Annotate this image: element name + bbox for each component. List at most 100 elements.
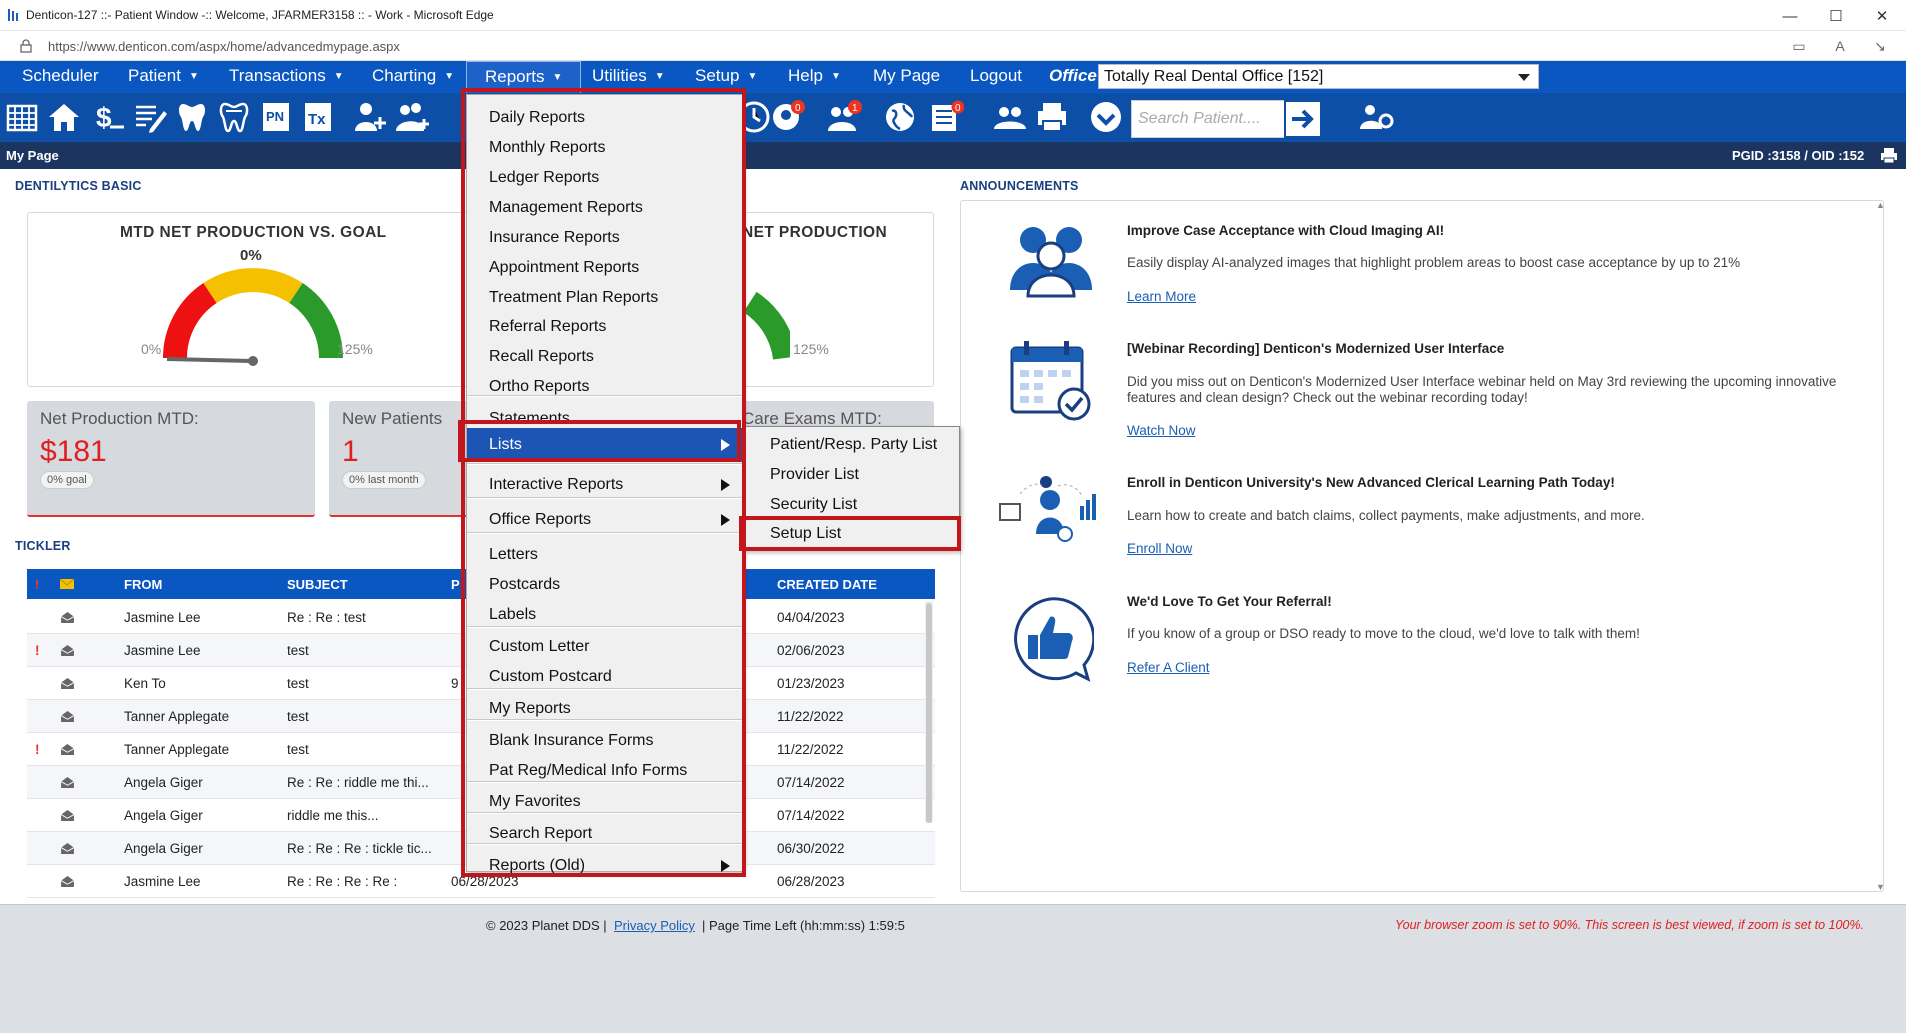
menu-setup[interactable]: Setup ▼ [695, 61, 757, 93]
lists-submenu: Patient/Resp. Party List Provider List Sec… [743, 426, 960, 551]
submenu-arrow-icon [721, 514, 730, 526]
menu-item-label: Appointment Reports [489, 259, 640, 276]
team-icon[interactable] [992, 99, 1028, 135]
read-aloud-icon[interactable]: A [1830, 37, 1850, 55]
watch-now-link[interactable]: Watch Now [1127, 423, 1196, 438]
menu-item-management-reports[interactable]: Management Reports [467, 195, 744, 221]
app-available-icon[interactable]: ▭ [1789, 37, 1809, 55]
menu-item-letters[interactable]: Letters [467, 542, 744, 568]
announcements-title: ANNOUNCEMENTS [960, 179, 1079, 193]
print-fax-icon[interactable] [1034, 99, 1070, 135]
caret-down-icon: ▼ [830, 71, 841, 82]
cell-from: Angela Giger [124, 841, 203, 856]
menu-item-monthly-reports[interactable]: Monthly Reports [467, 135, 744, 161]
menu-item-ortho-reports[interactable]: Ortho Reports [467, 374, 744, 400]
menu-item-search-report[interactable]: Search Report [467, 821, 744, 847]
cell-subject: Re : Re : Re : tickle tic... [287, 841, 432, 856]
menu-item-my-reports[interactable]: My Reports [467, 696, 744, 722]
menu-patient[interactable]: Patient ▼ [128, 61, 199, 93]
calendar-grid-icon[interactable] [4, 99, 40, 135]
menu-item-postcards[interactable]: Postcards [467, 572, 744, 598]
tooth-chart-icon[interactable] [216, 99, 252, 135]
menu-item-label: Pat Reg/Medical Info Forms [489, 762, 688, 779]
col-subject[interactable]: SUBJECT [287, 577, 348, 592]
submenu-item-patient-resp-party-list[interactable]: Patient/Resp. Party List [744, 431, 961, 459]
menu-item-office-reports[interactable]: Office Reports [467, 507, 744, 533]
perio-chart-icon[interactable]: PN [258, 99, 294, 135]
tickler-scrollbar[interactable] [925, 601, 933, 823]
tooth-icon[interactable] [174, 99, 210, 135]
cell-date: 11/22/2022 [777, 709, 844, 724]
menu-item-blank-insurance-forms[interactable]: Blank Insurance Forms [467, 728, 744, 754]
submenu-item-setup-list[interactable]: Setup List [744, 520, 961, 548]
menu-item-lists[interactable]: Lists [467, 428, 744, 462]
cell-from: Tanner Applegate [124, 742, 230, 757]
globe-icon[interactable] [882, 99, 918, 135]
menu-item-referral-reports[interactable]: Referral Reports [467, 314, 744, 340]
enroll-now-link[interactable]: Enroll Now [1127, 541, 1192, 556]
menu-item-appointment-reports[interactable]: Appointment Reports [467, 255, 744, 281]
minimize-button[interactable]: — [1767, 4, 1813, 28]
menu-my-page[interactable]: My Page [873, 61, 940, 93]
menu-utilities[interactable]: Utilities ▼ [592, 61, 665, 93]
payment-icon[interactable]: $ [90, 99, 126, 135]
cell-subject: Re : Re : riddle me thi... [287, 775, 429, 790]
maximize-button[interactable]: ☐ [1813, 4, 1859, 28]
col-from[interactable]: FROM [124, 577, 162, 592]
learn-more-link[interactable]: Learn More [1127, 289, 1196, 304]
menu-item-label: Office Reports [489, 511, 591, 528]
menu-item-my-favorites[interactable]: My Favorites [467, 789, 744, 815]
task-list-icon[interactable]: 0 [928, 99, 964, 135]
read-mail-icon [61, 810, 74, 821]
search-go-icon[interactable] [1284, 100, 1322, 138]
menu-item-treatment-plan-reports[interactable]: Treatment Plan Reports [467, 285, 744, 311]
menu-item-ledger-reports[interactable]: Ledger Reports [467, 165, 744, 191]
menu-scheduler[interactable]: Scheduler [22, 61, 99, 93]
menu-logout[interactable]: Logout [970, 61, 1022, 93]
patients-queue-icon[interactable]: 1 [826, 99, 862, 135]
check-circle-icon[interactable] [1088, 99, 1124, 135]
submenu-arrow-icon [721, 860, 730, 872]
refer-client-link[interactable]: Refer A Client [1127, 660, 1210, 675]
menu-item-custom-postcard[interactable]: Custom Postcard [467, 664, 744, 690]
menu-item-insurance-reports[interactable]: Insurance Reports [467, 225, 744, 251]
search-patient-input[interactable]: Search Patient.... [1131, 100, 1289, 138]
menu-item-reports-old[interactable]: Reports (Old) [467, 853, 744, 879]
menu-item-labels[interactable]: Labels [467, 602, 744, 628]
menu-label: Scheduler [22, 66, 99, 85]
submenu-item-security-list[interactable]: Security List [744, 491, 961, 519]
submenu-item-provider-list[interactable]: Provider List [744, 461, 961, 489]
patient-settings-icon[interactable] [1358, 99, 1394, 135]
home-icon[interactable] [46, 99, 82, 135]
close-button[interactable]: ✕ [1859, 4, 1905, 28]
announcements-scrollbar[interactable]: ▲ ▼ [1876, 200, 1886, 892]
main-menu-bar: Scheduler Patient ▼ Transactions ▼ Chartin… [0, 61, 1906, 93]
read-mail-icon [61, 876, 74, 887]
production-gauge [163, 268, 343, 366]
shrink-icon[interactable]: ↘ [1870, 37, 1890, 55]
menu-item-recall-reports[interactable]: Recall Reports [467, 344, 744, 370]
queue-badge: 1 [852, 103, 858, 114]
menu-item-pat-reg-medical-info-forms[interactable]: Pat Reg/Medical Info Forms [467, 758, 744, 784]
svg-text:Tx: Tx [308, 111, 326, 128]
menu-reports[interactable]: Reports ▼ [466, 61, 582, 93]
add-family-icon[interactable] [394, 99, 430, 135]
col-created-date[interactable]: CREATED DATE [777, 577, 877, 592]
menu-item-interactive-reports[interactable]: Interactive Reports [467, 472, 744, 498]
url-field[interactable]: https://www.denticon.com/aspx/home/advan… [48, 39, 400, 54]
people-icon [1010, 227, 1092, 298]
add-patient-icon[interactable] [352, 99, 388, 135]
menu-item-daily-reports[interactable]: Daily Reports [467, 105, 744, 131]
office-select[interactable]: Totally Real Dental Office [152] [1098, 64, 1539, 89]
menu-item-custom-letter[interactable]: Custom Letter [467, 634, 744, 660]
messages-icon[interactable]: 0 [770, 99, 806, 135]
print-icon[interactable] [1880, 147, 1898, 164]
col-p[interactable]: P [451, 577, 460, 592]
notes-edit-icon[interactable] [132, 99, 168, 135]
menu-transactions[interactable]: Transactions ▼ [229, 61, 344, 93]
privacy-policy-link[interactable]: Privacy Policy [614, 918, 695, 933]
menu-help[interactable]: Help ▼ [788, 61, 841, 93]
menu-charting[interactable]: Charting ▼ [372, 61, 454, 93]
menu-label: Logout [970, 66, 1022, 85]
treatment-plan-icon[interactable]: Tx [300, 99, 336, 135]
